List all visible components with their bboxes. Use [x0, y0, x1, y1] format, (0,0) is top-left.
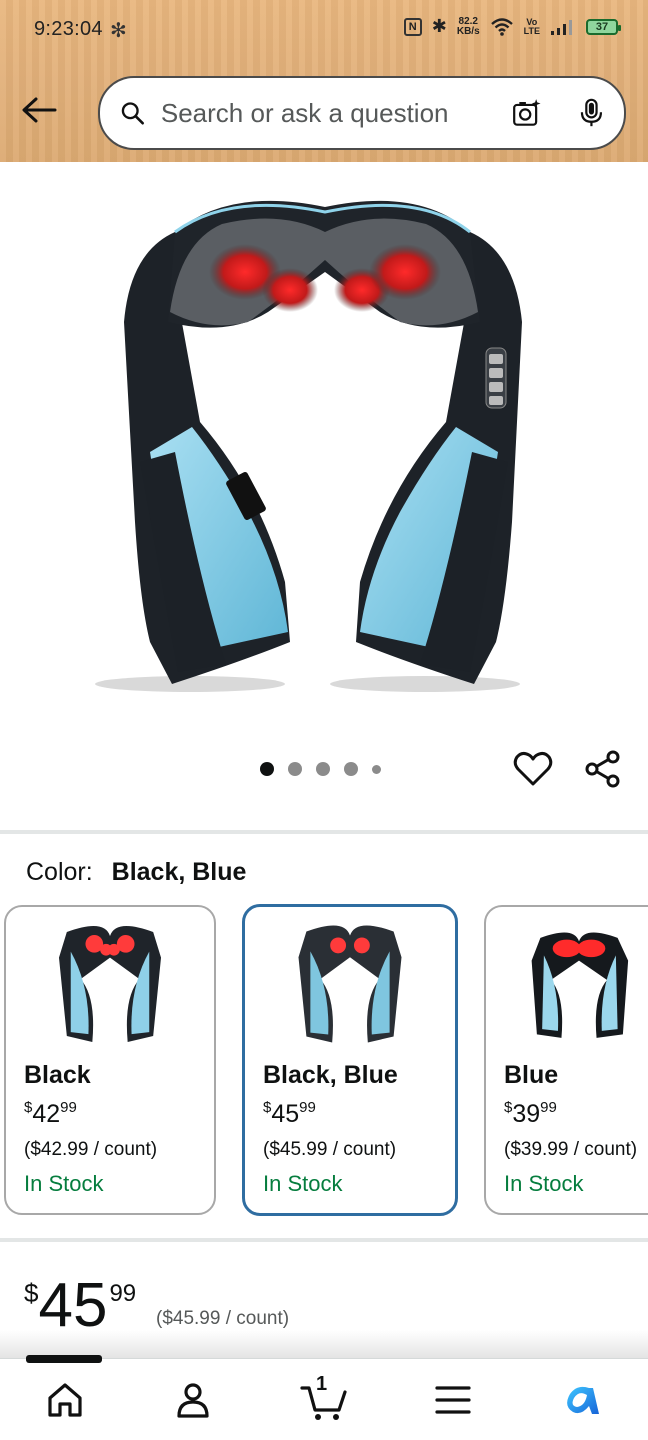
- nav-rufus[interactable]: [556, 1377, 606, 1423]
- pagination-dot[interactable]: [288, 762, 302, 776]
- section-divider: [0, 1238, 648, 1242]
- price-fraction: 99: [540, 1099, 557, 1116]
- battery-level: 37: [595, 20, 609, 33]
- nfc-icon: N: [403, 17, 422, 36]
- nav-menu[interactable]: [428, 1377, 478, 1423]
- network-speed-unit: KB/s: [456, 25, 480, 37]
- product-image[interactable]: [0, 162, 648, 722]
- rufus-icon: [567, 1386, 599, 1414]
- fan-icon: ✻: [110, 20, 127, 42]
- color-option-unit-price: ($45.99 / count): [263, 1139, 397, 1160]
- status-bar: 9:23:04 ✻ N ✱ 82.2 KB/s Vo LTE 37: [0, 0, 648, 60]
- nav-cart[interactable]: 1: [296, 1373, 352, 1423]
- account-icon: [177, 1383, 209, 1418]
- color-option-thumbnail: [298, 925, 402, 1043]
- pagination-dot[interactable]: [260, 762, 274, 776]
- price-fraction: 99: [299, 1099, 316, 1116]
- arrow-left-icon: [22, 97, 57, 123]
- price-whole: 45: [271, 1100, 300, 1128]
- color-selector-label: Color: Black, Blue: [26, 858, 246, 887]
- scroll-fade: [0, 1330, 648, 1358]
- bluetooth-icon: ✱: [431, 16, 447, 36]
- color-option-price: $4599: [263, 1099, 316, 1128]
- search-bar[interactable]: [98, 76, 626, 150]
- back-button[interactable]: [18, 92, 60, 128]
- price-fraction: 99: [109, 1280, 137, 1307]
- search-input[interactable]: [160, 97, 496, 129]
- network-speed: 82.2 KB/s: [456, 15, 480, 37]
- cart-count: 1: [316, 1373, 328, 1395]
- color-option-price: $4299: [24, 1099, 77, 1128]
- unit-price: ($45.99 / count): [156, 1308, 290, 1329]
- wishlist-button[interactable]: [512, 748, 554, 790]
- microphone-icon[interactable]: [579, 93, 604, 133]
- color-option-unit-price: ($39.99 / count): [504, 1139, 638, 1160]
- share-icon: [585, 750, 620, 788]
- nav-home[interactable]: [40, 1377, 90, 1423]
- signal-icon: [551, 19, 572, 35]
- camera-search-icon[interactable]: [512, 93, 541, 133]
- color-option-black[interactable]: Black $4299 ($42.99 / count) In Stock: [4, 905, 216, 1215]
- price-currency: $: [24, 1278, 39, 1308]
- selected-color: Black, Blue: [111, 858, 247, 886]
- image-pagination: [260, 762, 381, 776]
- pagination-dot[interactable]: [316, 762, 330, 776]
- price-whole: 39: [512, 1100, 541, 1128]
- heart-icon: [513, 751, 553, 786]
- status-time: 9:23:04: [34, 18, 103, 40]
- color-option-thumbnail: [58, 926, 162, 1042]
- bottom-navigation: 1: [0, 1355, 648, 1440]
- neck-massager-image: [95, 200, 522, 692]
- color-option-name: Black: [24, 1061, 91, 1089]
- search-icon: [121, 102, 144, 125]
- color-option-stock: In Stock: [504, 1171, 584, 1196]
- color-option-thumbnail: [531, 932, 629, 1038]
- color-option-name: Blue: [504, 1061, 559, 1089]
- color-option-price: $3999: [504, 1099, 557, 1128]
- battery-icon: 37: [586, 18, 621, 35]
- color-option-blue[interactable]: Blue $3999 ($39.99 / count) In Stock: [484, 905, 648, 1215]
- network-speed-value: 82.2: [458, 15, 478, 27]
- section-divider: [0, 830, 648, 834]
- active-tab-indicator: [26, 1355, 102, 1363]
- pagination-dot[interactable]: [344, 762, 358, 776]
- price-whole: 42: [32, 1100, 61, 1128]
- color-option-name: Black, Blue: [263, 1061, 398, 1089]
- color-option-stock: In Stock: [263, 1171, 343, 1196]
- color-label: Color:: [26, 858, 93, 886]
- volte-indicator: Vo LTE: [523, 17, 540, 36]
- wifi-icon: [490, 17, 513, 36]
- nav-account[interactable]: [168, 1377, 218, 1423]
- menu-icon: [435, 1386, 471, 1414]
- share-button[interactable]: [582, 748, 624, 790]
- volte-bottom: LTE: [523, 25, 540, 36]
- price-fraction: 99: [60, 1099, 77, 1116]
- status-icons: N ✱ 82.2 KB/s Vo LTE 37: [403, 15, 621, 37]
- color-option-unit-price: ($42.99 / count): [24, 1139, 158, 1160]
- pagination-dot[interactable]: [372, 764, 381, 774]
- color-option-black-blue[interactable]: Black, Blue $4599 ($45.99 / count) In St…: [242, 904, 458, 1216]
- app-header: 9:23:04 ✻ N ✱ 82.2 KB/s Vo LTE 37 Search…: [0, 0, 648, 162]
- home-icon: [48, 1383, 82, 1417]
- color-option-stock: In Stock: [24, 1171, 104, 1196]
